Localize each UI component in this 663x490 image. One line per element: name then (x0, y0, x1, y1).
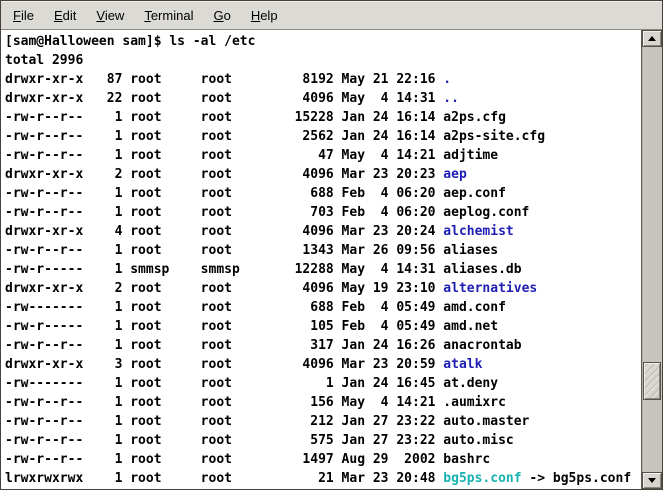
terminal-text: -rw-r--r-- 1 root root 688 Feb 4 06:20 a… (5, 186, 506, 201)
menu-go[interactable]: Go (203, 1, 240, 29)
terminal-text: drwxr-xr-x 22 root root 4096 May 4 14:31 (5, 91, 443, 106)
directory-name: aep (443, 167, 466, 182)
terminal-text: -rw-r--r-- 1 root root 317 Jan 24 16:26 … (5, 338, 522, 353)
terminal-line: -rw-r----- 1 smmsp smmsp 12288 May 4 14:… (5, 260, 641, 279)
terminal-line: lrwxrwxrwx 1 root root 21 Mar 23 20:48 b… (5, 469, 641, 488)
terminal-text: total 2996 (5, 53, 83, 68)
terminal-line: -rw-r--r-- 1 root root 15228 Jan 24 16:1… (5, 108, 641, 127)
symlink-name: bg5ps.conf (443, 471, 521, 486)
terminal-text: -rw-r--r-- 1 root root 1343 Mar 26 09:56… (5, 243, 498, 258)
terminal-line: drwxr-xr-x 2 root root 4096 May 19 23:10… (5, 279, 641, 298)
terminal-line: -rw-r--r-- 1 root root 575 Jan 27 23:22 … (5, 431, 641, 450)
menu-view-label: View (96, 8, 124, 23)
terminal-text: -rw-r--r-- 1 root root 212 Jan 27 23:22 … (5, 414, 529, 429)
terminal-line: drwxr-xr-x 22 root root 4096 May 4 14:31… (5, 89, 641, 108)
directory-name: . (443, 72, 451, 87)
terminal-text: -rw-r----- 1 smmsp smmsp 12288 May 4 14:… (5, 262, 522, 277)
menu-edit-label: Edit (54, 8, 76, 23)
terminal-line: -rw-r----- 1 root root 105 Feb 4 05:49 a… (5, 317, 641, 336)
terminal-text: -rw-r--r-- 1 root root 2562 Jan 24 16:14… (5, 129, 545, 144)
menu-help[interactable]: Help (241, 1, 288, 29)
terminal-text: -rw-r--r-- 1 root root 703 Feb 4 06:20 a… (5, 205, 529, 220)
menu-edit[interactable]: Edit (44, 1, 86, 29)
scroll-down-icon (648, 478, 656, 483)
terminal-text: drwxr-xr-x 2 root root 4096 Mar 23 20:23 (5, 167, 443, 182)
scrollbar-down-button[interactable] (642, 472, 662, 489)
terminal-line: -rw-r--r-- 1 root root 317 Jan 24 16:26 … (5, 336, 641, 355)
terminal-text: drwxr-xr-x 87 root root 8192 May 21 22:1… (5, 72, 443, 87)
directory-name: alchemist (443, 224, 513, 239)
terminal-line: -rw-r--r-- 1 root root 688 Feb 4 06:20 a… (5, 184, 641, 203)
scrollbar (641, 30, 662, 489)
menu-bar: File Edit View Terminal Go Help (1, 1, 662, 30)
terminal-line: drwxr-xr-x 3 root root 4096 Mar 23 20:59… (5, 355, 641, 374)
terminal-text: drwxr-xr-x 2 root root 4096 May 19 23:10 (5, 281, 443, 296)
menu-terminal-label: Terminal (144, 8, 193, 23)
terminal-screen[interactable]: [sam@Halloween sam]$ ls -al /etc total 29… (1, 30, 641, 489)
terminal-line: total 2996 (5, 51, 641, 70)
terminal-line: -rw------- 1 root root 688 Feb 4 05:49 a… (5, 298, 641, 317)
scroll-up-icon (648, 36, 656, 41)
menu-view[interactable]: View (86, 1, 134, 29)
menu-terminal[interactable]: Terminal (134, 1, 203, 29)
terminal-line: [sam@Halloween sam]$ ls -al /etc (5, 32, 641, 51)
menu-help-label: Help (251, 8, 278, 23)
terminal-text: -> bg5ps.conf (522, 471, 632, 486)
terminal-text: -rw-r----- 1 root root 105 Feb 4 05:49 a… (5, 319, 498, 334)
terminal-line: -rw------- 1 root root 1 Jan 24 16:45 at… (5, 374, 641, 393)
terminal-line: -rw-r--r-- 1 root root 156 May 4 14:21 .… (5, 393, 641, 412)
terminal-text: drwxr-xr-x 3 root root 4096 Mar 23 20:59 (5, 357, 443, 372)
terminal-line: drwxr-xr-x 2 root root 4096 Mar 23 20:23… (5, 165, 641, 184)
terminal-text: -rw-r--r-- 1 root root 47 May 4 14:21 ad… (5, 148, 498, 163)
terminal-line: -rw-r--r-- 1 root root 212 Jan 27 23:22 … (5, 412, 641, 431)
terminal-text: [sam@Halloween sam]$ ls -al /etc (5, 34, 255, 49)
terminal-line: -rw-r--r-- 1 root root 1497 Aug 29 2002 … (5, 450, 641, 469)
terminal-text: -rw-r--r-- 1 root root 15228 Jan 24 16:1… (5, 110, 506, 125)
terminal-text: -rw------- 1 root root 688 Feb 4 05:49 a… (5, 300, 506, 315)
terminal-line: -rw-r--r-- 1 root root 1343 Mar 26 09:56… (5, 241, 641, 260)
directory-name: alternatives (443, 281, 537, 296)
terminal-text: -rw-r--r-- 1 root root 156 May 4 14:21 .… (5, 395, 506, 410)
terminal-window: File Edit View Terminal Go Help [sam@Hal… (0, 0, 663, 490)
terminal-text: drwxr-xr-x 4 root root 4096 Mar 23 20:24 (5, 224, 443, 239)
directory-name: atalk (443, 357, 482, 372)
terminal-text: -rw-r--r-- 1 root root 575 Jan 27 23:22 … (5, 433, 514, 448)
terminal-text: -rw-r--r-- 1 root root 1497 Aug 29 2002 … (5, 452, 490, 467)
terminal-line: drwxr-xr-x 87 root root 8192 May 21 22:1… (5, 70, 641, 89)
scrollbar-track[interactable] (642, 47, 662, 472)
terminal-line: drwxr-xr-x 4 root root 4096 Mar 23 20:24… (5, 222, 641, 241)
menu-go-label: Go (213, 8, 230, 23)
terminal-text: lrwxrwxrwx 1 root root 21 Mar 23 20:48 (5, 471, 443, 486)
terminal-line: -rw-r--r-- 1 root root 47 May 4 14:21 ad… (5, 146, 641, 165)
scrollbar-thumb[interactable] (643, 362, 661, 400)
menu-file[interactable]: File (3, 1, 44, 29)
directory-name: .. (443, 91, 459, 106)
terminal-line: -rw-r--r-- 1 root root 703 Feb 4 06:20 a… (5, 203, 641, 222)
menu-file-label: File (13, 8, 34, 23)
terminal-line: -rw-r--r-- 1 root root 2562 Jan 24 16:14… (5, 127, 641, 146)
terminal-text: -rw------- 1 root root 1 Jan 24 16:45 at… (5, 376, 498, 391)
terminal-body: [sam@Halloween sam]$ ls -al /etc total 29… (1, 30, 662, 489)
scrollbar-up-button[interactable] (642, 30, 662, 47)
